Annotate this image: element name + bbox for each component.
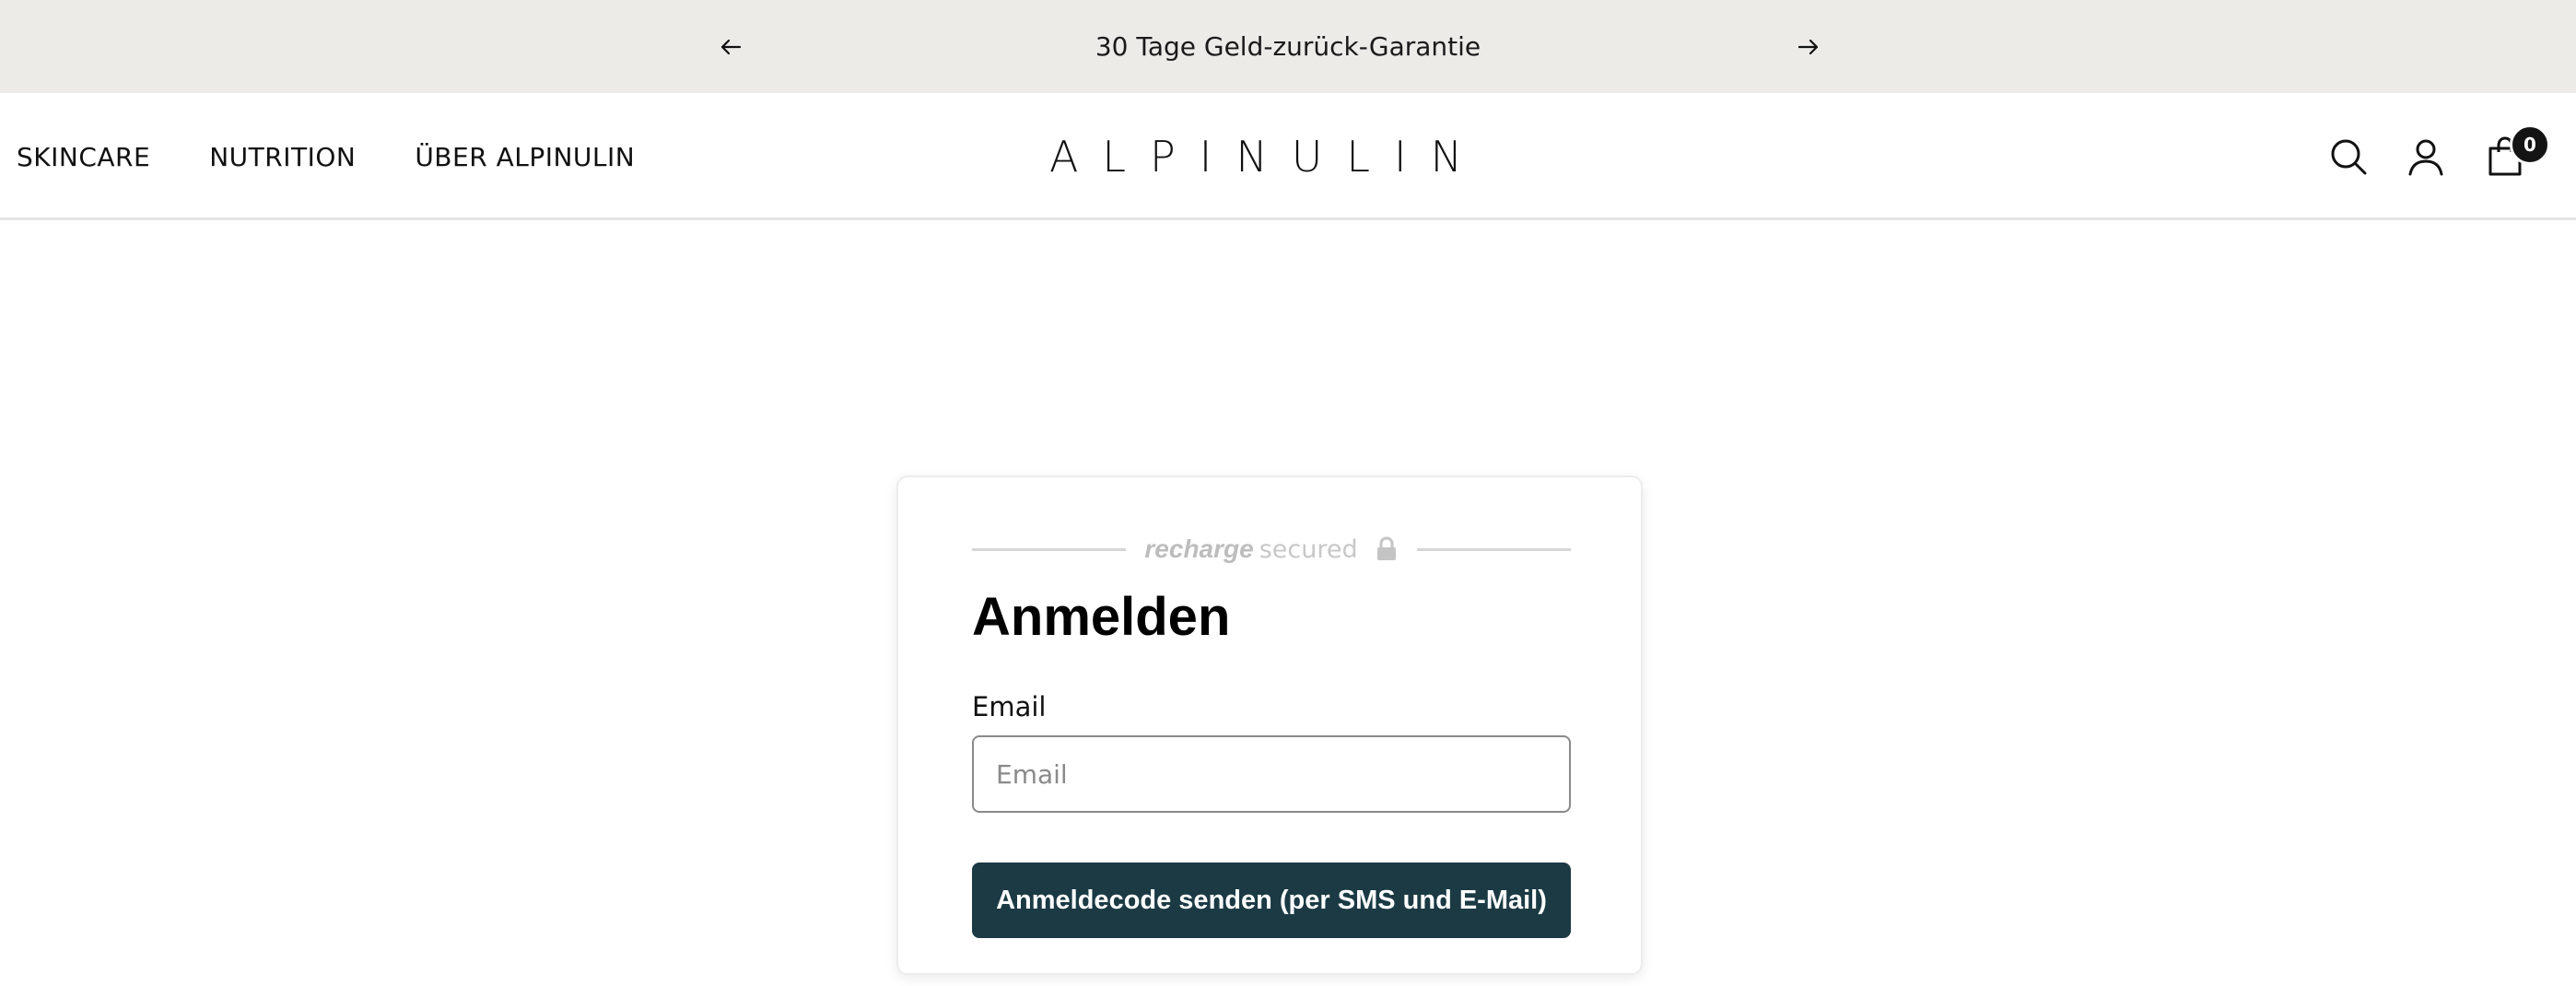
send-login-code-button[interactable]: Anmeldecode senden (per SMS und E-Mail) bbox=[972, 863, 1571, 938]
nav-item-ueber-alpinulin[interactable]: ÜBER ALPINULIN bbox=[415, 142, 635, 172]
email-field[interactable] bbox=[972, 735, 1571, 813]
secured-badge: recharge secured bbox=[1126, 534, 1416, 564]
announcement-bar: 30 Tage Geld-zurück-Garantie bbox=[0, 0, 2576, 93]
cart-count-badge: 0 bbox=[2510, 124, 2550, 165]
account-icon bbox=[2408, 139, 2443, 176]
divider-line-right bbox=[1416, 547, 1572, 551]
search-button[interactable] bbox=[2327, 135, 2370, 178]
recharge-brand-text: recharge bbox=[1144, 534, 1254, 563]
email-label: Email bbox=[972, 691, 1047, 722]
divider-line-left bbox=[972, 547, 1127, 551]
logo-text: ALPINULIN bbox=[1048, 132, 1487, 182]
main-nav: SKINCARE NUTRITION ÜBER ALPINULIN bbox=[17, 93, 635, 220]
lock-icon bbox=[1376, 536, 1396, 560]
site-header: SKINCARE NUTRITION ÜBER ALPINULIN ALPINU… bbox=[0, 93, 2576, 220]
login-title: Anmelden bbox=[972, 587, 1231, 647]
nav-item-nutrition[interactable]: NUTRITION bbox=[209, 142, 356, 172]
secured-text: secured bbox=[1259, 534, 1358, 564]
recharge-secured-banner: recharge secured bbox=[972, 533, 1572, 566]
arrow-right-icon bbox=[1797, 39, 1819, 55]
account-button[interactable] bbox=[2405, 135, 2447, 178]
login-card: recharge secured Anmelden Email Anmeldec… bbox=[896, 475, 1643, 975]
announcement-text: 30 Tage Geld-zurück-Garantie bbox=[1095, 31, 1481, 62]
header-icons: 0 bbox=[2300, 93, 2576, 220]
search-icon bbox=[2331, 139, 2367, 175]
announcement-next-button[interactable] bbox=[1789, 28, 1828, 66]
site-logo[interactable]: ALPINULIN bbox=[1049, 132, 1462, 182]
nav-item-skincare[interactable]: SKINCARE bbox=[17, 142, 150, 172]
